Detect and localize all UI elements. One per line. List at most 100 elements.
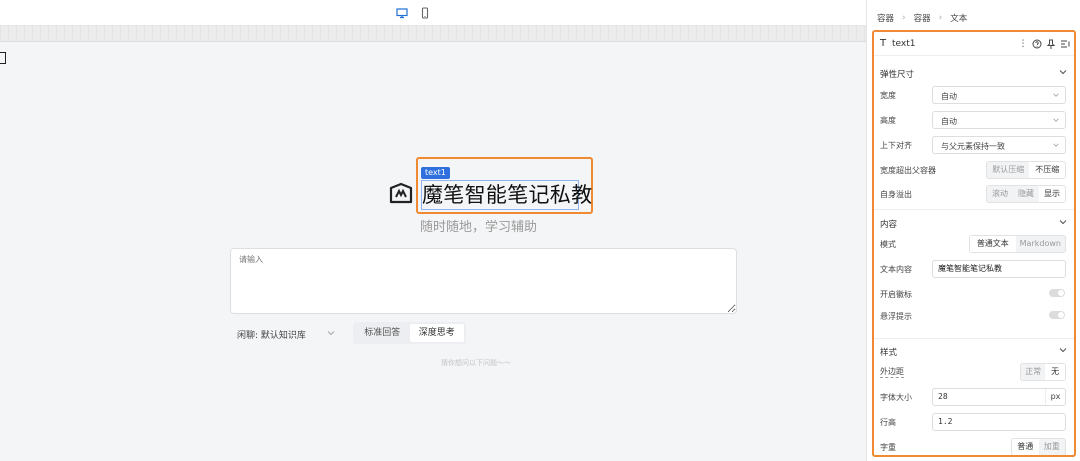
option-hidden[interactable]: 隐藏 — [1013, 186, 1039, 202]
margin-row: 外边距 正常 无 — [874, 363, 1074, 383]
section-style[interactable]: 样式 — [874, 344, 1074, 360]
section-title: 弹性尺寸 — [880, 70, 915, 80]
section-flex-size[interactable]: 弹性尺寸 — [874, 66, 1074, 82]
mode-label: 模式 — [880, 240, 896, 249]
font-weight-label: 字重 — [880, 443, 896, 452]
font-weight-row: 字重 普通 加重 — [874, 438, 1074, 455]
tooltip-label: 悬浮提示 — [880, 312, 912, 321]
chevron-down-icon — [1053, 93, 1059, 97]
content-mode-toggle: 普通文本 Markdown — [969, 235, 1066, 253]
chevron-right-icon: › — [938, 13, 943, 23]
height-select[interactable]: 自动 — [932, 111, 1066, 129]
page-title[interactable]: 魔笔智能笔记私教 — [422, 180, 592, 210]
more-icon[interactable]: ⋮ — [1018, 38, 1028, 50]
overflow-parent-label: 宽度超出父容器 — [880, 166, 936, 175]
collapse-panel-icon[interactable] — [1060, 38, 1070, 50]
breadcrumb-item[interactable]: 容器 — [877, 12, 894, 24]
font-size-value: 28 — [938, 392, 948, 401]
tooltip-row: 悬浮提示 — [874, 307, 1074, 327]
overflow-parent-row: 宽度超出父容器 默认压缩 不压缩 — [874, 161, 1074, 181]
badge-label: 开启徽标 — [880, 290, 912, 299]
tooltip-switch[interactable] — [1049, 311, 1065, 319]
desktop-icon[interactable] — [396, 7, 408, 19]
property-editor: T text1 ⋮ 弹性尺寸 宽度 自动 高度 自动 上下对齐 与父元素保持一致… — [872, 30, 1076, 457]
line-height-input[interactable]: 1.2 — [932, 413, 1066, 431]
ruler — [0, 26, 866, 42]
option-normal[interactable]: 正常 — [1021, 364, 1045, 380]
font-size-unit[interactable]: px — [1045, 389, 1065, 405]
valign-label: 上下对齐 — [880, 141, 912, 150]
divider — [874, 338, 1074, 339]
option-markdown[interactable]: Markdown — [1016, 236, 1065, 252]
height-value: 自动 — [941, 117, 957, 126]
mode-standard-button[interactable]: 标准回答 — [355, 324, 410, 342]
overflow-parent-toggle: 默认压缩 不压缩 — [986, 161, 1066, 179]
knowledge-base-select[interactable]: 闲聊: 默认知识库 — [237, 328, 306, 341]
chevron-down-icon — [1053, 118, 1059, 122]
badge-row: 开启徽标 — [874, 285, 1074, 305]
valign-select[interactable]: 与父元素保持一致 — [932, 136, 1066, 154]
font-size-label: 字体大小 — [880, 393, 912, 402]
text-content-row: 文本内容 魔笔智能笔记私教 — [874, 260, 1074, 280]
option-plain-text[interactable]: 普通文本 — [970, 236, 1016, 252]
width-value: 自动 — [941, 92, 957, 101]
badge-switch[interactable] — [1049, 289, 1065, 297]
text-type-icon: T — [880, 38, 887, 49]
line-height-row: 行高 1.2 — [874, 413, 1074, 433]
selection-tag: text1 — [421, 167, 450, 179]
option-no-compress[interactable]: 不压缩 — [1029, 162, 1065, 178]
section-content[interactable]: 内容 — [874, 216, 1074, 232]
logo-icon — [389, 182, 413, 204]
breadcrumb-item[interactable]: 容器 — [914, 12, 931, 24]
chat-input[interactable] — [230, 248, 737, 314]
mobile-icon[interactable] — [419, 7, 431, 19]
option-visible[interactable]: 显示 — [1039, 186, 1065, 202]
option-bold[interactable]: 加重 — [1039, 439, 1066, 455]
device-toolbar — [0, 0, 866, 26]
breadcrumb-item-current: 文本 — [950, 14, 968, 24]
height-label: 高度 — [880, 116, 896, 125]
chevron-down-icon[interactable] — [326, 328, 336, 338]
option-none[interactable]: 无 — [1045, 364, 1065, 380]
edge-marker-icon — [0, 52, 6, 64]
valign-row: 上下对齐 与父元素保持一致 — [874, 136, 1074, 156]
line-height-label: 行高 — [880, 418, 896, 427]
component-name[interactable]: text1 — [892, 39, 916, 49]
section-title: 内容 — [880, 220, 898, 230]
height-row: 高度 自动 — [874, 111, 1074, 131]
text-content-label: 文本内容 — [880, 265, 912, 274]
text-content-input[interactable]: 魔笔智能笔记私教 — [932, 260, 1066, 278]
component-header: T text1 ⋮ — [874, 32, 1074, 56]
line-height-value: 1.2 — [938, 417, 953, 426]
chevron-right-icon: › — [902, 13, 906, 23]
section-title: 样式 — [880, 348, 898, 358]
divider — [874, 209, 1074, 210]
chevron-down-icon[interactable] — [1058, 217, 1068, 227]
margin-toggle: 正常 无 — [1020, 363, 1066, 381]
option-scroll[interactable]: 滚动 — [987, 186, 1013, 202]
page-subtitle[interactable]: 随时随地，学习辅助 — [420, 216, 537, 235]
chevron-down-icon[interactable] — [1058, 67, 1068, 77]
width-row: 宽度 自动 — [874, 86, 1074, 106]
valign-value: 与父元素保持一致 — [941, 142, 1005, 151]
properties-panel: 容器 › 容器 › 文本 T text1 ⋮ 弹性尺寸 宽度 自动 高度 自动 … — [866, 0, 1080, 461]
font-size-row: 字体大小 28 px — [874, 388, 1074, 408]
width-select[interactable]: 自动 — [932, 86, 1066, 104]
pin-icon[interactable] — [1046, 38, 1056, 50]
help-icon[interactable] — [1032, 38, 1042, 50]
option-default-compress[interactable]: 默认压缩 — [987, 162, 1029, 178]
self-overflow-row: 自身溢出 滚动 隐藏 显示 — [874, 185, 1074, 205]
option-regular[interactable]: 普通 — [1012, 439, 1039, 455]
suggestion-hint: 猜你想问以下问题～～ — [441, 359, 511, 367]
chevron-down-icon[interactable] — [1058, 345, 1068, 355]
mode-deep-thinking-button[interactable]: 深度思考 — [409, 324, 464, 342]
chevron-down-icon — [1053, 143, 1059, 147]
width-label: 宽度 — [880, 91, 896, 100]
breadcrumb: 容器 › 容器 › 文本 — [877, 12, 967, 24]
mode-row: 模式 普通文本 Markdown — [874, 235, 1074, 255]
font-size-input[interactable]: 28 px — [932, 388, 1066, 406]
answer-mode-group: 标准回答 深度思考 — [353, 322, 466, 344]
self-overflow-toggle: 滚动 隐藏 显示 — [986, 185, 1066, 203]
self-overflow-label: 自身溢出 — [880, 190, 912, 199]
font-weight-toggle: 普通 加重 — [1011, 438, 1066, 455]
